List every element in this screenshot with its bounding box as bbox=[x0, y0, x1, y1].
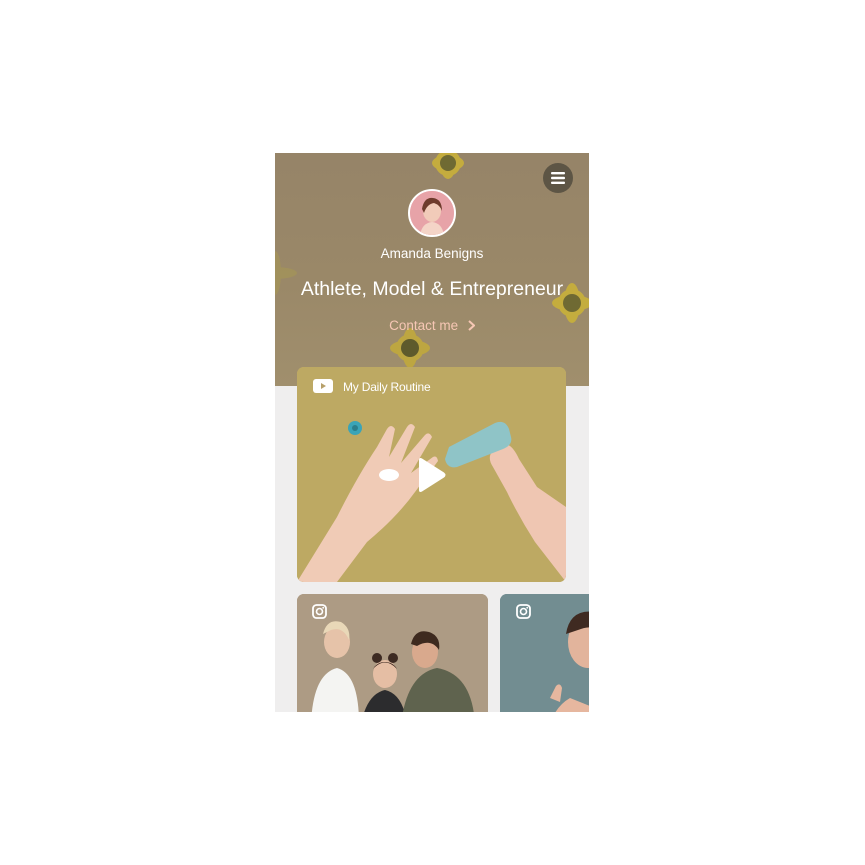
flower-decoration bbox=[275, 251, 297, 295]
profile-name: Amanda Benigns bbox=[380, 246, 484, 261]
contact-label: Contact me bbox=[389, 317, 459, 333]
chevron-right-icon bbox=[468, 320, 475, 331]
profile-headline: Athlete, Model & Entrepreneur bbox=[300, 278, 564, 300]
play-icon[interactable] bbox=[417, 457, 447, 493]
video-title: My Daily Routine bbox=[343, 380, 431, 394]
hero-section: Amanda Benigns Athlete, Model & Entrepre… bbox=[275, 153, 589, 386]
instagram-post-card[interactable] bbox=[500, 594, 589, 712]
avatar bbox=[408, 189, 456, 237]
video-card[interactable]: My Daily Routine bbox=[297, 367, 566, 582]
hamburger-icon bbox=[551, 172, 565, 184]
instagram-icon bbox=[516, 604, 531, 619]
instagram-post-image bbox=[500, 594, 589, 712]
menu-button[interactable] bbox=[543, 163, 573, 193]
avatar-image bbox=[410, 191, 454, 235]
youtube-icon bbox=[313, 379, 333, 393]
instagram-icon bbox=[312, 604, 327, 619]
instagram-post-card[interactable] bbox=[297, 594, 488, 712]
contact-link[interactable]: Contact me bbox=[275, 317, 589, 333]
mobile-viewport: Amanda Benigns Athlete, Model & Entrepre… bbox=[275, 153, 589, 712]
